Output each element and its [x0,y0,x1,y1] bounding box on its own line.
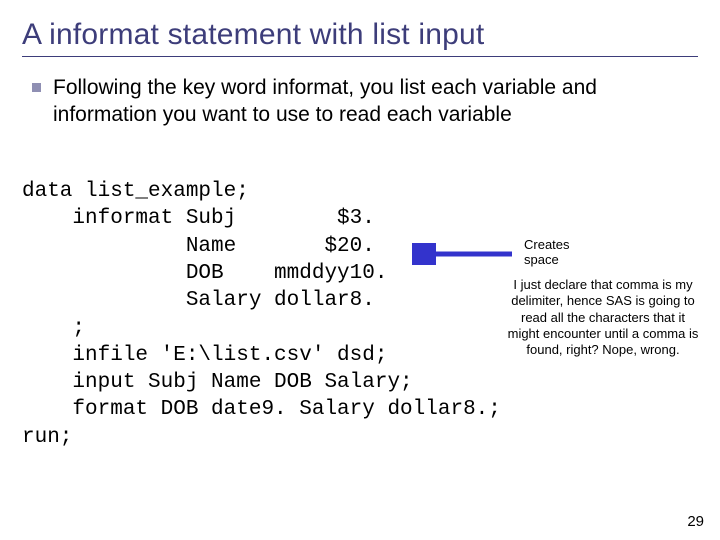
code-line: informat Subj $3. [22,207,375,230]
bullet-item: Following the key word informat, you lis… [22,75,698,129]
code-line: input Subj Name DOB Salary; [22,371,413,394]
code-line: Name $20. [22,235,375,258]
annotation-creates: Creates space [524,238,570,268]
page-title: A informat statement with list input [22,18,698,52]
bullet-text: Following the key word informat, you lis… [53,75,698,129]
code-line: infile 'E:\list.csv' dsd; [22,344,387,367]
annotation-text: space [524,252,559,267]
annotation-sidenote: I just declare that comma is my delimite… [504,277,702,358]
code-line: Salary dollar8. [22,289,375,312]
code-line: ; [22,317,85,340]
page-number: 29 [687,513,704,530]
arrow-icon [412,243,522,265]
code-line: DOB mmddyy10. [22,262,387,285]
square-bullet-icon [32,83,41,92]
annotation-text: Creates [524,237,570,252]
code-line: format DOB date9. Salary dollar8.; [22,398,501,421]
title-underline [22,56,698,57]
code-line: run; [22,426,72,449]
code-line: data list_example; [22,180,249,203]
